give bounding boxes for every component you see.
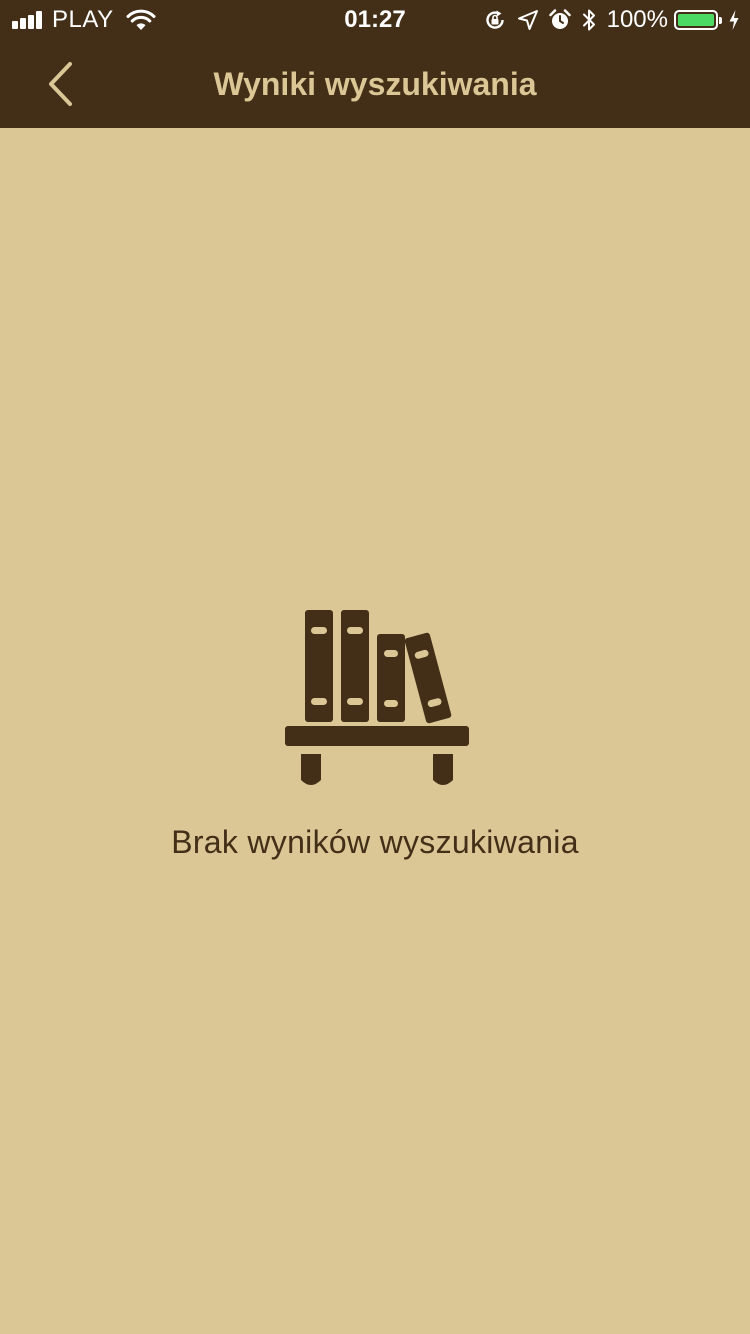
battery-icon — [674, 10, 722, 30]
bluetooth-icon — [582, 9, 595, 31]
orientation-lock-icon — [485, 10, 504, 29]
bookshelf-icon — [285, 610, 469, 785]
alarm-icon — [548, 9, 571, 29]
top-bar: PLAY 01:27 100% Wyniki wyszukiwania — [0, 0, 750, 128]
battery-nub — [719, 17, 722, 24]
status-right: 100% — [473, 6, 740, 34]
empty-state: Brak wyników wyszukiwania — [0, 600, 750, 861]
charging-icon — [729, 10, 739, 30]
empty-results-message: Brak wyników wyszukiwania — [171, 824, 579, 860]
battery-fill — [678, 14, 714, 26]
page-title: Wyniki wyszukiwania — [213, 66, 537, 102]
location-icon — [517, 10, 538, 30]
battery-percentage: 100% — [606, 6, 668, 33]
status-bar: PLAY 01:27 100% — [0, 0, 750, 40]
navigation-bar: Wyniki wyszukiwania — [0, 40, 750, 128]
